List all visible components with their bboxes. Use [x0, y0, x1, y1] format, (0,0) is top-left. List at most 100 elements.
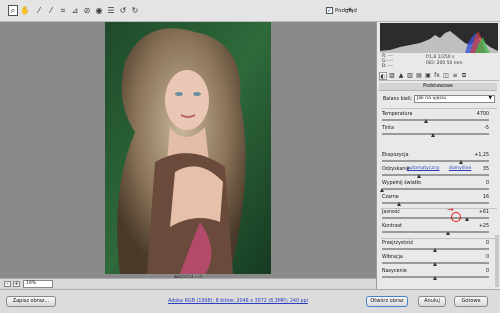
slider-track[interactable]: [382, 188, 489, 190]
slider-value[interactable]: +25: [479, 224, 489, 229]
done-button[interactable]: Gotowe: [454, 296, 488, 307]
slider-value[interactable]: -5: [484, 126, 489, 131]
zoom-level-select[interactable]: 19%: [23, 280, 53, 288]
slider-label: Odzyskanie: [382, 167, 410, 172]
slider-value[interactable]: 0: [486, 255, 489, 260]
slider-thumb[interactable]: [458, 160, 463, 164]
slider-label: Ekspozycja: [382, 153, 409, 158]
annotation-circle-icon: [451, 212, 461, 222]
slider-track[interactable]: [382, 160, 489, 162]
hand-tool-icon[interactable]: ✋: [20, 5, 30, 16]
camera-calibration-tab-icon[interactable]: ◫: [442, 72, 450, 80]
slider-track[interactable]: [382, 217, 489, 219]
effects-tab-icon[interactable]: fx: [433, 72, 441, 80]
chevron-down-icon: ▼: [488, 96, 492, 101]
panel-scrollbar[interactable]: [495, 235, 499, 287]
straighten-icon[interactable]: ⊿: [70, 5, 80, 16]
slider-label: Przejrzystość: [382, 241, 414, 246]
tint-slider[interactable]: Tinta -5: [382, 126, 495, 138]
slider-thumb[interactable]: [433, 276, 437, 280]
blue-readout: B: ---: [382, 64, 393, 69]
retouch-icon[interactable]: ⊘: [82, 5, 92, 16]
slider-thumb[interactable]: [445, 231, 450, 235]
tone-curve-tab-icon[interactable]: ▨: [388, 72, 396, 80]
exif-readout: f/1,8 1/250 s ISO: 200 50 mm: [426, 55, 463, 67]
basic-tab-icon[interactable]: ◐: [379, 72, 387, 80]
cancel-button[interactable]: Anuluj: [418, 296, 446, 307]
contrast-slider[interactable]: Kontrast +25: [382, 224, 495, 236]
panel-tabs: ◐ ▨ ▲ ▥ ▤ ▣ fx ◫ ≡ ⧉: [379, 72, 499, 81]
crop-icon[interactable]: ⌗: [58, 5, 68, 16]
slider-value[interactable]: 0: [486, 269, 489, 274]
slider-value[interactable]: +61: [479, 210, 489, 215]
red-eye-icon[interactable]: ◉: [94, 5, 104, 16]
slider-label: Tinta: [382, 126, 394, 131]
slider-value[interactable]: 16: [483, 195, 489, 200]
slider-value[interactable]: 35: [483, 167, 489, 172]
zoom-in-button[interactable]: +: [13, 281, 20, 287]
slider-label: Wypełnij światło: [382, 181, 421, 186]
slider-track[interactable]: [382, 133, 489, 135]
slider-thumb[interactable]: [379, 188, 384, 192]
temperature-slider[interactable]: Temperatura 4700: [382, 112, 495, 124]
camera-info: R: --- G: --- B: --- f/1,8 1/250 s ISO: …: [380, 54, 498, 70]
lens-tab-icon[interactable]: ▣: [424, 72, 432, 80]
preview-checkbox-box[interactable]: ✓: [326, 7, 333, 14]
portrait-photo: [105, 22, 271, 274]
workflow-options-link[interactable]: Adobe RGB (1998); 8 bitów; 2048 x 3072 (…: [168, 299, 308, 304]
slider-thumb[interactable]: [433, 262, 437, 266]
fullscreen-icon[interactable]: ⇥: [345, 5, 355, 16]
slider-value[interactable]: 0: [486, 241, 489, 246]
zoom-tool-icon[interactable]: ⌕: [8, 5, 18, 16]
blacks-slider[interactable]: Czarne 16: [382, 195, 495, 207]
save-image-button[interactable]: Zapisz obraz...: [6, 296, 56, 307]
saturation-slider[interactable]: Nasycenie 0: [382, 269, 495, 281]
recovery-slider[interactable]: Odzyskanie 35: [382, 167, 495, 179]
hsl-tab-icon[interactable]: ▥: [406, 72, 414, 80]
split-toning-tab-icon[interactable]: ▤: [415, 72, 423, 80]
exposure-slider[interactable]: Ekspozycja +1,25: [382, 153, 495, 165]
white-balance-label: Balans bieli:: [383, 97, 413, 102]
white-balance-icon[interactable]: ⁄: [34, 5, 44, 16]
rotate-right-icon[interactable]: ↻: [130, 5, 140, 16]
image-canvas[interactable]: IMG0224.cr2: [0, 22, 376, 281]
clarity-slider[interactable]: Przejrzystość 0: [382, 241, 495, 253]
divider: [381, 208, 497, 209]
white-balance-select[interactable]: Jak na ujęciu ▼: [414, 95, 495, 103]
slider-thumb[interactable]: [416, 174, 421, 178]
zoom-bar: - + 19%: [0, 278, 376, 288]
slider-value[interactable]: 4700: [477, 112, 489, 117]
rgb-readout: R: --- G: --- B: ---: [382, 54, 393, 69]
slider-track[interactable]: [382, 231, 489, 233]
slider-thumb[interactable]: [465, 217, 470, 221]
slider-value[interactable]: 0: [486, 181, 489, 186]
zoom-out-button[interactable]: -: [4, 281, 11, 287]
panel-title: Podstawowe: [379, 83, 497, 91]
toolbar: ⌕ ✋ ⁄ ⁄ ⌗ ⊿ ⊘ ◉ ☰ ↺ ↻ ✓ Podgląd ⇥: [0, 0, 500, 22]
divider: [381, 108, 497, 109]
detail-tab-icon[interactable]: ▲: [397, 72, 405, 80]
slider-track[interactable]: [382, 174, 489, 176]
white-balance-value: Jak na ujęciu: [417, 96, 447, 101]
snapshots-tab-icon[interactable]: ⧉: [460, 72, 468, 80]
presets-tab-icon[interactable]: ≡: [451, 72, 459, 80]
slider-thumb[interactable]: [396, 202, 401, 206]
open-image-button[interactable]: Otwórz obraz: [366, 296, 408, 307]
fill-light-slider[interactable]: Wypełnij światło 0: [379, 181, 495, 193]
histogram: [380, 23, 498, 53]
slider-label: Kontrast: [382, 224, 403, 229]
rotate-left-icon[interactable]: ↺: [118, 5, 128, 16]
slider-thumb[interactable]: [430, 133, 435, 137]
color-sampler-icon[interactable]: ⁄: [46, 5, 56, 16]
adjustments-panel: R: --- G: --- B: --- f/1,8 1/250 s ISO: …: [376, 22, 500, 289]
preferences-icon[interactable]: ☰: [106, 5, 116, 16]
brightness-slider[interactable]: Jasność +61: [382, 210, 495, 222]
photo-preview: [105, 22, 271, 274]
slider-track[interactable]: [382, 119, 489, 121]
vibrance-slider[interactable]: Wibracja 0: [382, 255, 495, 267]
iso-focal: ISO: 200 50 mm: [426, 61, 463, 66]
slider-value[interactable]: +1,25: [474, 153, 489, 158]
slider-thumb[interactable]: [424, 119, 429, 123]
slider-label: Temperatura: [382, 112, 413, 117]
slider-thumb[interactable]: [433, 248, 437, 252]
